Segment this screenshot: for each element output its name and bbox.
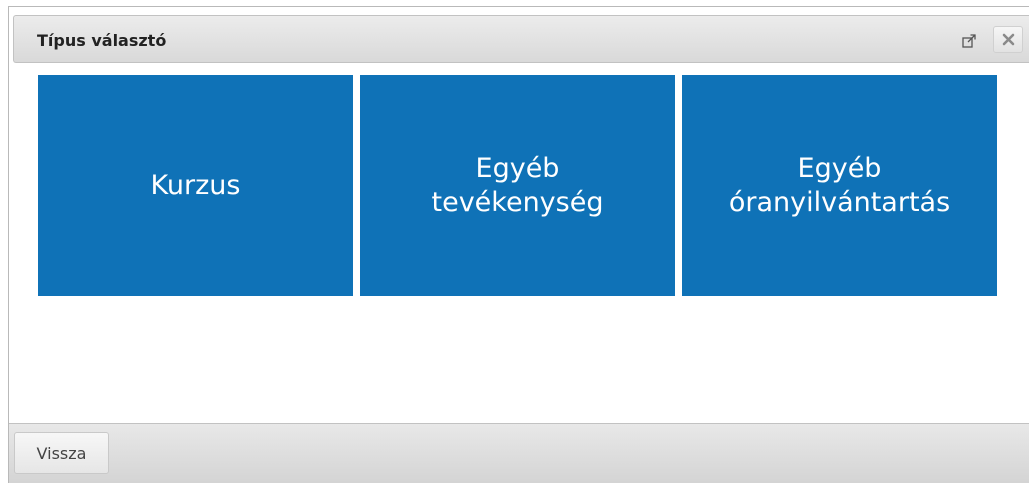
- dialog-titlebar: Típus választó: [13, 15, 1029, 63]
- tile-kurzus[interactable]: Kurzus: [38, 75, 353, 296]
- tile-egyeb-oranyilvantartas[interactable]: Egyéb óranyilvántartás: [682, 75, 997, 296]
- type-tiles: Kurzus Egyéb tevékenység Egyéb óranyilvá…: [38, 75, 997, 296]
- dialog-footer: Vissza: [9, 423, 1029, 483]
- dialog-title: Típus választó: [37, 31, 167, 50]
- tile-egyeb-tevekenyseg[interactable]: Egyéb tevékenység: [360, 75, 675, 296]
- external-link-icon[interactable]: [961, 33, 977, 49]
- close-button[interactable]: [993, 26, 1023, 53]
- back-button[interactable]: Vissza: [14, 432, 109, 474]
- tile-label: Kurzus: [150, 169, 241, 201]
- tile-label: Egyéb tevékenység: [431, 152, 604, 218]
- tile-label: Egyéb óranyilvántartás: [728, 152, 951, 218]
- type-selector-dialog: Típus választó Kurzus Egyéb tevékenység …: [8, 6, 1029, 483]
